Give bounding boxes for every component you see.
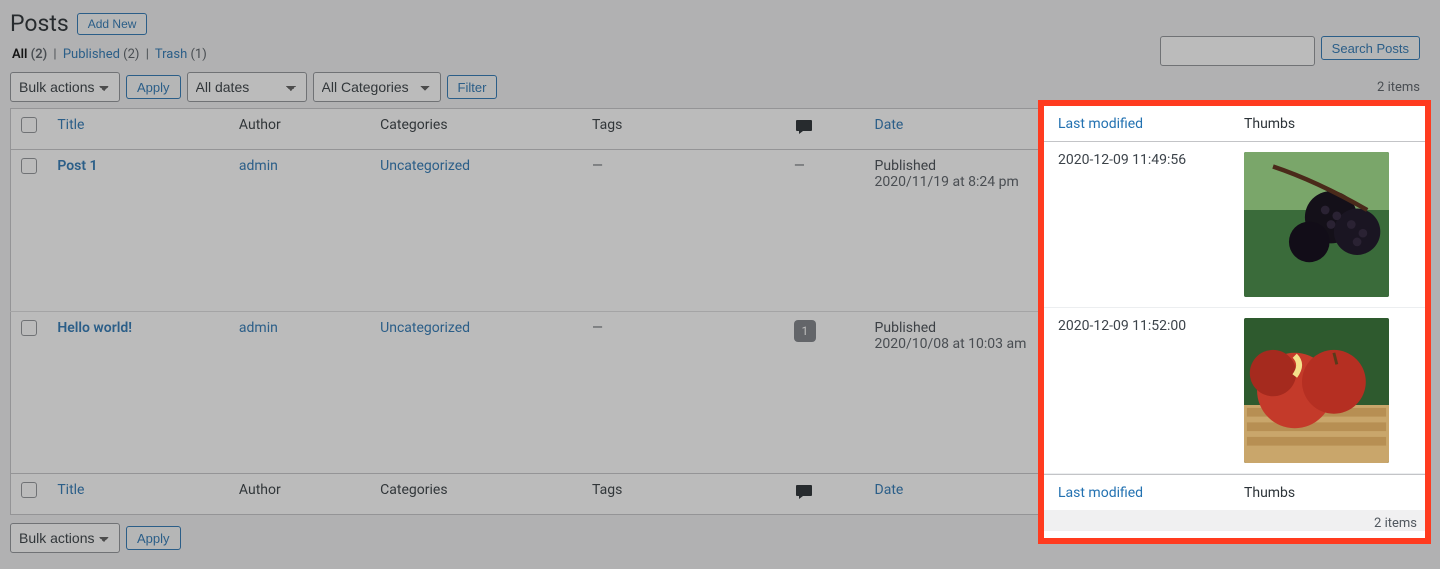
tags-cell: — <box>592 320 603 336</box>
author-link[interactable]: admin <box>239 158 278 174</box>
status: Published <box>875 320 1057 336</box>
post-title-link[interactable]: Post 1 <box>57 158 97 174</box>
col-title-foot[interactable]: Title <box>47 474 229 515</box>
comment-icon <box>794 482 814 506</box>
apply-button-top[interactable]: Apply <box>126 75 181 99</box>
hw-col-thumbs-foot: Thumbs <box>1244 485 1425 501</box>
highlight-window: Last modified Thumbs 2020-12-09 11:49:56… <box>1044 106 1425 538</box>
items-count-top: 2 items <box>1377 80 1420 95</box>
filter-button[interactable]: Filter <box>447 75 498 99</box>
category-link[interactable]: Uncategorized <box>380 320 470 336</box>
dates-select[interactable]: All dates <box>187 72 307 102</box>
date: 2020/11/19 at 8:24 pm <box>875 174 1057 190</box>
hw-col-thumbs: Thumbs <box>1244 116 1425 132</box>
post-title-link[interactable]: Hello world! <box>57 320 132 336</box>
status: Published <box>875 158 1057 174</box>
comment-icon <box>794 117 814 141</box>
select-all-bottom[interactable] <box>21 482 37 498</box>
thumbnail[interactable] <box>1244 318 1389 463</box>
author-link[interactable]: admin <box>239 320 278 336</box>
hw-col-last-modified[interactable]: Last modified <box>1044 116 1244 132</box>
col-author-foot: Author <box>229 474 370 515</box>
comments-cell: — <box>794 158 805 174</box>
col-tags: Tags <box>582 109 784 150</box>
thumbnail[interactable] <box>1244 152 1389 297</box>
hw-items-count: 2 items <box>1044 510 1425 531</box>
category-link[interactable]: Uncategorized <box>380 158 470 174</box>
view-trash[interactable]: Trash (1) <box>155 47 207 62</box>
col-tags-foot: Tags <box>582 474 784 515</box>
row-checkbox[interactable] <box>21 158 37 174</box>
search-input[interactable] <box>1160 36 1315 66</box>
categories-select[interactable]: All Categories <box>313 72 441 102</box>
col-categories-foot: Categories <box>370 474 582 515</box>
date: 2020/10/08 at 10:03 am <box>875 336 1057 352</box>
bulk-actions-select-bottom[interactable]: Bulk actions <box>10 523 120 553</box>
view-all[interactable]: All (2) <box>12 47 47 62</box>
tags-cell: — <box>592 158 603 174</box>
row-checkbox[interactable] <box>21 320 37 336</box>
apply-button-bottom[interactable]: Apply <box>126 526 181 550</box>
view-published[interactable]: Published (2) <box>63 47 140 62</box>
hw-last-modified: 2020-12-09 11:52:00 <box>1044 318 1244 463</box>
col-categories: Categories <box>370 109 582 150</box>
col-date-foot[interactable]: Date <box>865 474 1067 515</box>
col-title[interactable]: Title <box>47 109 229 150</box>
search-posts-button[interactable]: Search Posts <box>1321 36 1420 60</box>
hw-last-modified: 2020-12-09 11:49:56 <box>1044 152 1244 297</box>
col-comments[interactable] <box>784 109 865 150</box>
col-comments-foot[interactable] <box>784 474 865 515</box>
col-author: Author <box>229 109 370 150</box>
select-all-top[interactable] <box>21 117 37 133</box>
page-title: Posts <box>10 10 69 37</box>
col-date[interactable]: Date <box>865 109 1067 150</box>
comments-badge[interactable]: 1 <box>794 320 816 342</box>
add-new-button[interactable]: Add New <box>77 13 148 35</box>
bulk-actions-select[interactable]: Bulk actions <box>10 72 120 102</box>
hw-col-last-modified-foot[interactable]: Last modified <box>1044 485 1244 501</box>
